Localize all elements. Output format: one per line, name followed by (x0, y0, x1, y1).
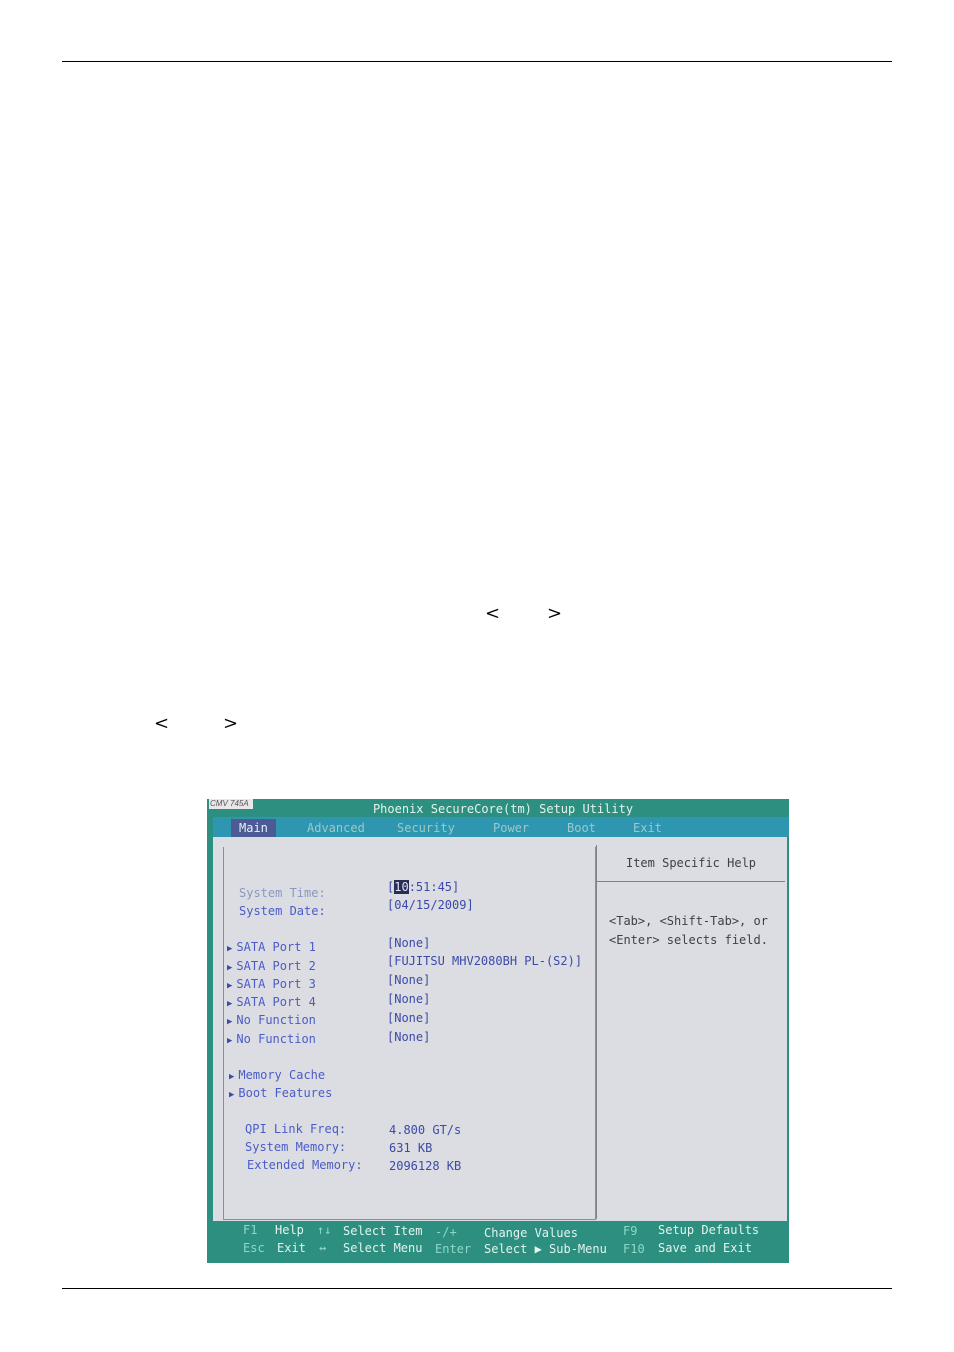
tab-main[interactable]: Main (231, 819, 276, 837)
system-time-value[interactable]: [10:51:45] (387, 879, 459, 895)
angle-right-1: > (547, 603, 563, 624)
f9-desc: Setup Defaults (658, 1223, 760, 1237)
sata-port-2-item[interactable]: ▶ SATA Port 2 (227, 958, 316, 976)
submenu-arrow-icon: ▶ (229, 1090, 235, 1100)
no-function-2-label: No Function (236, 1032, 316, 1046)
f10-key: F10 (623, 1242, 645, 1256)
esc-desc: Exit (277, 1241, 306, 1255)
system-date-label: System Date: (239, 904, 326, 918)
f1-desc: Help (275, 1223, 304, 1237)
angle-left-1: < (485, 603, 501, 624)
sata-port-1-item[interactable]: ▶ SATA Port 1 (227, 939, 316, 957)
no-function-2-item[interactable]: ▶ No Function (227, 1031, 316, 1049)
help-pane: Item Specific Help <Tab>, <Shift-Tab>, o… (596, 845, 785, 1219)
memory-cache-label: Memory Cache (238, 1068, 326, 1082)
no-function-1-value[interactable]: [None] (387, 1010, 430, 1026)
bios-menubar: Main Advanced Security Power Boot Exit (213, 817, 789, 837)
boot-features-item[interactable]: ▶ Boot Features (229, 1085, 332, 1103)
esc-key: Esc (243, 1241, 265, 1255)
qpi-link-freq-value: 4.800 GT/s (389, 1123, 462, 1137)
sata-port-3-item[interactable]: ▶ SATA Port 3 (227, 976, 316, 994)
header-rule (62, 61, 892, 62)
submenu-arrow-icon: ▶ (227, 944, 233, 954)
sata-port-2-value[interactable]: [FUJITSU MHV2080BH PL-(S2)] (387, 953, 582, 969)
leftright-desc: Select Menu (343, 1241, 423, 1255)
boot-features-label: Boot Features (238, 1086, 333, 1100)
system-memory-label: System Memory: (245, 1140, 347, 1154)
submenu-arrow-icon: ▶ (227, 999, 233, 1009)
submenu-arrow-icon: ▶ (227, 963, 233, 973)
extended-memory-value: 2096128 KB (389, 1159, 462, 1173)
system-memory-value: 631 KB (389, 1141, 433, 1155)
footer-rule (62, 1288, 892, 1289)
memory-cache-item[interactable]: ▶ Memory Cache (229, 1067, 325, 1085)
tab-exit[interactable]: Exit (625, 819, 670, 837)
help-text: <Tab>, <Shift-Tab>, or <Enter> selects f… (609, 914, 768, 947)
extended-memory-label: Extended Memory: (247, 1158, 363, 1172)
submenu-arrow-icon: ▶ (227, 1036, 233, 1046)
sata-port-3-label: SATA Port 3 (236, 977, 316, 991)
system-date-value[interactable]: [04/15/2009] (387, 897, 474, 913)
tab-boot[interactable]: Boot (559, 819, 604, 837)
submenu-arrow-icon: ▶ (229, 1072, 235, 1082)
no-function-2-value[interactable]: [None] (387, 1029, 430, 1045)
updown-desc: Select Item (343, 1224, 423, 1238)
tab-security[interactable]: Security (389, 819, 463, 837)
tab-power[interactable]: Power (485, 819, 537, 837)
sata-port-1-label: SATA Port 1 (236, 940, 316, 954)
enter-key: Enter (435, 1242, 472, 1256)
sata-port-4-label: SATA Port 4 (236, 995, 316, 1009)
no-function-1-label: No Function (236, 1013, 316, 1027)
bios-status-bar: F1 Help ↑↓ Select Item -/+ Change Values… (223, 1221, 789, 1263)
f10-desc: Save and Exit (658, 1241, 752, 1255)
angle-right-2: > (223, 713, 239, 734)
f1-key: F1 (243, 1223, 258, 1237)
sata-port-2-label: SATA Port 2 (236, 959, 316, 973)
sata-port-4-value[interactable]: [None] (387, 991, 430, 1007)
help-title: Item Specific Help (597, 845, 785, 882)
qpi-link-freq-label: QPI Link Freq: (245, 1122, 347, 1136)
submenu-arrow-icon: ▶ (227, 981, 233, 991)
angle-left-2: < (154, 713, 170, 734)
system-time-label: System Time: (239, 886, 326, 900)
bios-screen: System Time: [10:51:45] System Date: [04… (213, 837, 787, 1221)
system-time-hour-cursor[interactable]: 10 (394, 880, 409, 894)
minusplus-key: -/+ (435, 1225, 457, 1239)
f9-key: F9 (623, 1224, 638, 1238)
no-function-1-item[interactable]: ▶ No Function (227, 1012, 316, 1030)
enter-desc: Select ▶ Sub-Menu (484, 1242, 607, 1256)
sata-port-1-value[interactable]: [None] (387, 935, 430, 951)
system-time-rest: :51:45] (408, 880, 460, 894)
submenu-arrow-icon: ▶ (227, 1017, 233, 1027)
sata-port-4-item[interactable]: ▶ SATA Port 4 (227, 994, 316, 1012)
sata-port-3-value[interactable]: [None] (387, 972, 430, 988)
tab-advanced[interactable]: Advanced (299, 819, 373, 837)
updown-key: ↑↓ (317, 1223, 332, 1237)
bios-screenshot-photo: Phoenix SecureCore(tm) Setup Utility CMV… (207, 799, 789, 1263)
camera-label: CMV 745A (209, 799, 253, 809)
leftright-key: ↔ (319, 1241, 327, 1255)
bios-title: Phoenix SecureCore(tm) Setup Utility (372, 802, 634, 816)
